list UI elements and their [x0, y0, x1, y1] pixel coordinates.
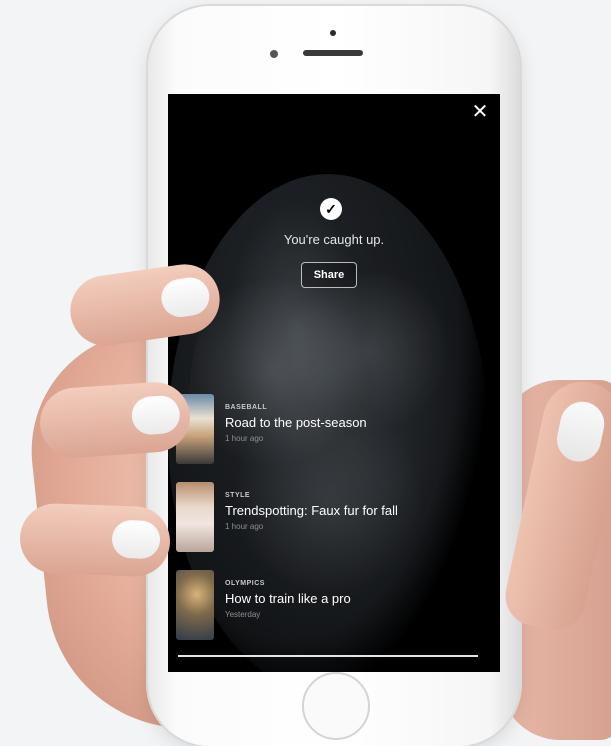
story-item[interactable]: OLYMPICS How to train like a pro Yesterd… [176, 570, 488, 658]
fingernail [130, 394, 182, 436]
phone: ✕ ✓ You're caught up. Share BASEBALL Roa… [148, 6, 520, 746]
fingernail [158, 275, 212, 320]
front-camera [330, 30, 336, 36]
story-progress-bar [178, 655, 478, 657]
fingernail [111, 519, 161, 560]
share-button[interactable]: Share [301, 262, 357, 288]
story-time: 1 hour ago [225, 434, 264, 443]
close-icon: ✕ [471, 101, 489, 123]
finger [18, 502, 172, 578]
home-button[interactable] [302, 672, 370, 740]
story-item[interactable]: BASEBALL Road to the post-season 1 hour … [176, 394, 488, 482]
story-headline: Trendspotting: Faux fur for fall [225, 503, 398, 518]
story-category: OLYMPICS [225, 580, 265, 587]
story-category: STYLE [225, 492, 251, 499]
proximity-sensor [270, 50, 278, 58]
story-thumbnail [176, 570, 214, 640]
story-list: BASEBALL Road to the post-season 1 hour … [176, 394, 488, 658]
story-item[interactable]: STYLE Trendspotting: Faux fur for fall 1… [176, 482, 488, 570]
story-thumbnail [176, 482, 214, 552]
checkmark-icon: ✓ [320, 198, 342, 220]
caught-up-message: You're caught up. [283, 232, 385, 247]
earpiece-speaker [303, 50, 363, 56]
story-screen: ✕ ✓ You're caught up. Share BASEBALL Roa… [168, 94, 500, 672]
story-headline: Road to the post-season [225, 415, 367, 430]
story-time: Yesterday [225, 610, 261, 619]
story-category: BASEBALL [225, 404, 268, 411]
close-button[interactable]: ✕ [468, 100, 492, 124]
thumbnail-nail [552, 397, 609, 466]
scene: ✕ ✓ You're caught up. Share BASEBALL Roa… [0, 0, 611, 746]
story-headline: How to train like a pro [225, 591, 351, 606]
finger [37, 379, 193, 461]
story-time: 1 hour ago [225, 522, 264, 531]
